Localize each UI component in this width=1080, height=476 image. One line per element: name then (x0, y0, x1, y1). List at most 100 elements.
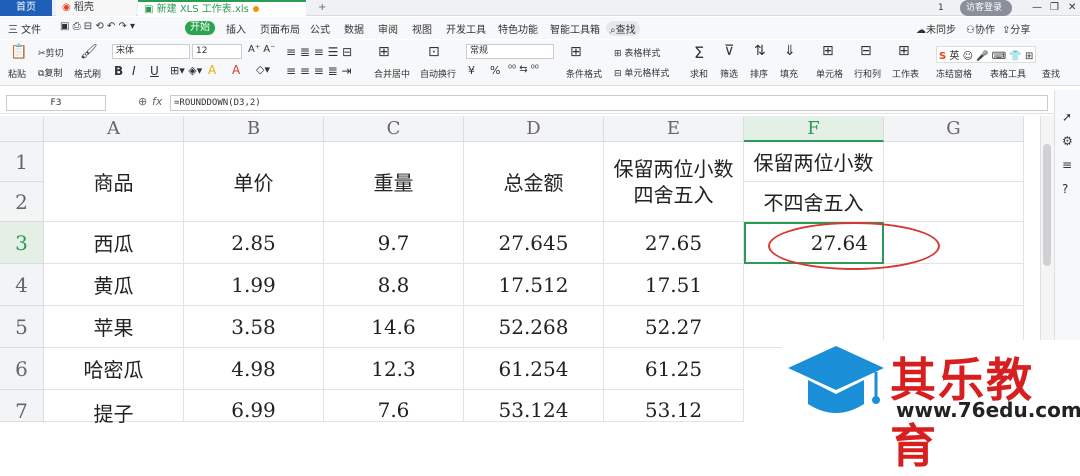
sliders-icon[interactable]: ≡ (1062, 158, 1072, 172)
col-header-g[interactable]: G (884, 116, 1024, 142)
menu-start[interactable]: 开始 (185, 21, 215, 35)
header-cell-round[interactable]: 保留两位小数 四舍五入 (604, 142, 744, 222)
sum-icon[interactable]: Σ (694, 43, 704, 62)
percent-button[interactable]: % (490, 64, 500, 77)
font-select[interactable]: 宋体 (112, 44, 190, 59)
copy-button[interactable]: ⧉复制 (38, 66, 62, 79)
cell-weight[interactable]: 14.6 (324, 306, 464, 348)
menu-data[interactable]: 数据 (344, 21, 364, 36)
cell-icon[interactable]: ⊞ (822, 43, 834, 59)
cell-total[interactable]: 27.645 (464, 222, 604, 264)
sheet-button[interactable]: 工作表 (892, 67, 919, 80)
border-icon[interactable]: ⊞▾ ◈▾ (170, 64, 202, 77)
scrollbar-thumb[interactable] (1043, 144, 1051, 266)
cell-name[interactable]: 黄瓜 (44, 264, 184, 306)
freeze-button[interactable]: 冻结窗格 (936, 67, 972, 80)
sort-icon[interactable]: ⇅ (754, 43, 766, 59)
sync-status[interactable]: ☁未同步 (916, 21, 956, 36)
menu-special[interactable]: 特色功能 (498, 21, 538, 36)
header-cell-rounddown-2[interactable]: 不四舍五入 (744, 182, 884, 222)
cell-round[interactable]: 61.25 (604, 348, 744, 390)
cell-weight[interactable]: 7.6 (324, 390, 464, 422)
fx-button[interactable]: fx (152, 95, 162, 108)
rowcol-button[interactable]: 行和列 (854, 67, 881, 80)
cut-button[interactable]: ✂剪切 (38, 46, 64, 59)
menu-dev-tools[interactable]: 开发工具 (446, 21, 486, 36)
tab-daoke[interactable]: ◉ 稻壳 (56, 0, 136, 16)
row-header-5[interactable]: 5 (0, 306, 44, 348)
cell-name[interactable]: 提子 (44, 390, 184, 426)
save-icon[interactable]: ▣ ⎙ ⊟ ⟲ ↶ ↷ ▾ (60, 21, 135, 32)
table-tools-button[interactable]: 表格工具 (990, 67, 1026, 80)
col-header-e[interactable]: E (604, 116, 744, 142)
menu-file[interactable]: 三 文件 (8, 21, 41, 36)
row-header-3[interactable]: 3 (0, 222, 44, 264)
col-header-d[interactable]: D (464, 116, 604, 142)
align-left-icon[interactable]: ≡ ≡ ≡ ≣ ⇥ (286, 64, 352, 78)
menu-insert[interactable]: 插入 (226, 21, 246, 36)
header-cell-price[interactable]: 单价 (184, 142, 324, 222)
font-size-select[interactable]: 12 (192, 44, 242, 59)
bold-icon[interactable]: B (114, 64, 123, 78)
cell-g[interactable] (884, 264, 1024, 306)
col-header-b[interactable]: B (184, 116, 324, 142)
cell-price[interactable]: 1.99 (184, 264, 324, 306)
find-button[interactable]: 查找 (1042, 67, 1060, 80)
cell-g2[interactable] (884, 182, 1024, 222)
menu-review[interactable]: 审阅 (378, 21, 398, 36)
col-header-f[interactable]: F (744, 116, 884, 142)
col-header-c[interactable]: C (324, 116, 464, 142)
cell-weight[interactable]: 12.3 (324, 348, 464, 390)
cell-total[interactable]: 52.268 (464, 306, 604, 348)
align-top-icon[interactable]: ≡ ≣ ≡ ☰ ⊟ (286, 45, 352, 59)
row-header-7[interactable]: 7 (0, 390, 44, 423)
font-color-icon[interactable]: A (232, 63, 240, 77)
fill-color-icon[interactable]: A (208, 63, 216, 77)
row-header-4[interactable]: 4 (0, 264, 44, 306)
col-header-a[interactable]: A (44, 116, 184, 142)
cell-round[interactable]: 27.65 (604, 222, 744, 264)
tab-file[interactable]: ▣ 新建 XLS 工作表.xls (138, 0, 306, 16)
cond-format-icon[interactable]: ⊞ (570, 44, 582, 60)
tab-home[interactable]: 首页 (0, 0, 52, 16)
help-icon[interactable]: ? (1062, 182, 1068, 196)
cell-price[interactable]: 2.85 (184, 222, 324, 264)
cell-style-button[interactable]: ⊟ 单元格样式 (614, 66, 669, 79)
paste-icon[interactable]: 📋 (10, 44, 27, 60)
fill-icon[interactable]: ⇓ (784, 43, 796, 59)
cell-price[interactable]: 6.99 (184, 390, 324, 422)
cell-g1[interactable] (884, 142, 1024, 182)
wrap-icon[interactable]: ⊡ (428, 44, 440, 60)
cell-name[interactable]: 哈密瓜 (44, 348, 184, 390)
rowcol-icon[interactable]: ⊟ (860, 43, 872, 59)
select-all-corner[interactable] (0, 116, 44, 142)
menu-search[interactable]: ⌕查找 (606, 21, 640, 36)
sheet-icon[interactable]: ⊞ (898, 43, 910, 59)
share-button[interactable]: ⇪分享 (1002, 21, 1030, 36)
clear-icon[interactable]: ◇▾ (256, 63, 270, 76)
zoom-icon[interactable]: ⊕ (138, 95, 147, 108)
cell-weight[interactable]: 9.7 (324, 222, 464, 264)
cell-down[interactable] (744, 264, 884, 306)
name-box[interactable]: F3 (6, 95, 106, 111)
sum-button[interactable]: 求和 (690, 67, 708, 80)
menu-view[interactable]: 视图 (412, 21, 432, 36)
collab-button[interactable]: ⚇协作 (966, 21, 995, 36)
header-cell-weight[interactable]: 重量 (324, 142, 464, 222)
menu-formula[interactable]: 公式 (310, 21, 330, 36)
row-header-2[interactable]: 2 (0, 182, 44, 222)
cell-total[interactable]: 53.124 (464, 390, 604, 422)
italic-icon[interactable]: I (132, 64, 136, 78)
formula-input[interactable]: =ROUNDDOWN(D3,2) (170, 95, 1048, 111)
format-painter-button[interactable]: 格式刷 (74, 67, 101, 80)
header-cell-product[interactable]: 商品 (44, 142, 184, 222)
paste-button[interactable]: 粘贴 (8, 67, 26, 80)
table-style-button[interactable]: ⊞ 表格样式 (614, 46, 660, 59)
row-header-6[interactable]: 6 (0, 348, 44, 390)
cell-name[interactable]: 苹果 (44, 306, 184, 348)
cond-format-button[interactable]: 条件格式 (566, 67, 602, 80)
merge-center-button[interactable]: 合并居中 (374, 67, 410, 80)
close-icon[interactable]: ✕ (1062, 0, 1080, 16)
row-header-1[interactable]: 1 (0, 142, 44, 182)
wrap-text-button[interactable]: 自动换行 (420, 67, 456, 80)
